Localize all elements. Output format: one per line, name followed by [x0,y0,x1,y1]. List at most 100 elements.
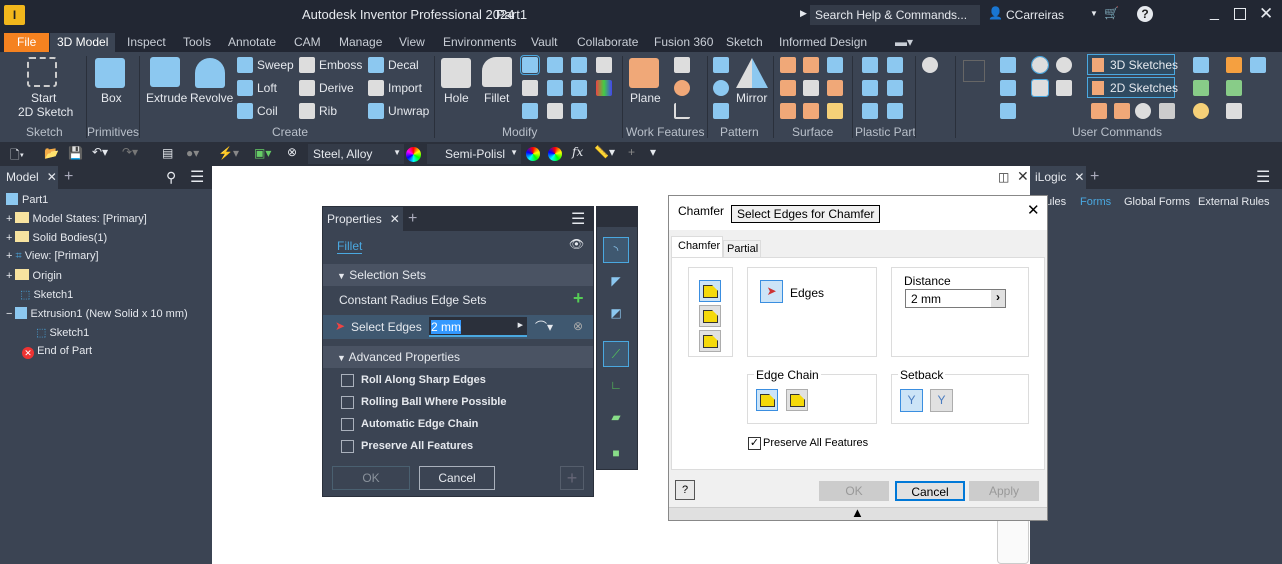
hole-icon[interactable] [441,58,471,88]
tab-3d-model[interactable]: 3D Model [50,33,116,52]
tree-item-model-states[interactable]: + Model States: [Primary] [6,212,147,225]
user-cmd-3-icon[interactable] [1000,103,1016,119]
coil-button[interactable]: Coil [257,104,278,118]
ok-button[interactable]: OK [332,466,410,490]
two-distances-method-button[interactable] [699,330,721,352]
update-icon[interactable]: ⚡▾ [218,146,239,160]
setback-button-2[interactable]: Y [930,389,953,412]
unwrap-icon[interactable] [368,103,384,119]
lip-icon[interactable] [887,103,903,119]
grill-icon[interactable] [862,57,878,73]
inventor-logo[interactable]: I [4,5,25,25]
minimize-icon[interactable]: _ [1210,4,1219,22]
group-label-modify[interactable]: Modify [502,125,537,139]
tab-tools[interactable]: Tools [176,33,218,52]
update-icon[interactable] [1193,80,1209,96]
menu-icon[interactable]: ☰ [1256,167,1270,187]
solid-select-icon[interactable]: ■ [603,441,629,467]
coil-icon[interactable] [237,103,253,119]
link-external-rules[interactable]: External Rules [1198,196,1270,208]
tree-item-extrusion1[interactable]: − Extrusion1 (New Solid x 10 mm) [6,307,188,320]
delete-face-icon[interactable] [571,103,587,119]
single-edge-button[interactable] [786,389,808,411]
tab-manage[interactable]: Manage [332,33,389,52]
distance-angle-method-button[interactable] [699,305,721,327]
cart-icon[interactable]: 🛒 [1104,6,1119,20]
tab-properties[interactable]: Properties ✕ [323,207,403,231]
tree-item-origin[interactable]: + Origin [6,269,62,282]
visibility-icon[interactable] [1031,56,1049,74]
chamfer-icon[interactable] [520,55,540,75]
patch-icon[interactable] [827,57,843,73]
stitch-icon[interactable] [780,57,796,73]
highlight-icon[interactable] [1193,103,1209,119]
move-face-icon[interactable] [547,103,563,119]
tree-item-end-of-part[interactable]: ✕ End of Part [22,345,92,359]
flow-icon[interactable] [1250,57,1266,73]
plane-icon[interactable] [629,58,659,88]
search-expand-icon[interactable]: ▶ [800,8,807,19]
distance-arrow-icon[interactable]: › [991,290,1005,307]
ribbon-options-icon[interactable]: ▬▾ [888,33,920,52]
cancel-button[interactable]: Cancel [895,481,965,501]
tab-chamfer[interactable]: Chamfer [671,236,723,258]
automatic-edge-chain-checkbox[interactable] [341,418,354,431]
solid-2-icon[interactable] [1056,80,1072,96]
close-dialog-icon[interactable]: ✕ [1027,201,1040,219]
sketch-pattern-icon[interactable] [713,103,729,119]
edge-set-row[interactable]: ➤ Select Edges 2 mm ▶ ⌒▾ ⊗ [323,315,593,339]
rule-fillet-icon[interactable] [862,103,878,119]
emboss-icon[interactable] [299,57,315,73]
customize-qat-icon[interactable]: ▾ [650,145,656,159]
roll-along-sharp-edges-checkbox[interactable] [341,374,354,387]
navigation-bar[interactable] [997,518,1029,564]
tree-item-part1[interactable]: Part1 [6,193,48,206]
tab-informed-design[interactable]: Informed Design [772,33,874,52]
tab-environments[interactable]: Environments [436,33,523,52]
select-icon[interactable]: ●▾ [186,146,199,160]
undo-icon[interactable]: ↶▾ [92,145,108,159]
add-edge-set-icon[interactable]: + [573,288,584,309]
preview-eye-icon[interactable]: 👁 [569,237,584,251]
mirror-button[interactable]: Mirror [736,91,767,105]
feature-select-icon[interactable]: ▰ [603,405,629,431]
decal-icon[interactable] [368,57,384,73]
add-icon[interactable]: + [628,145,635,159]
all-tangent-edges-button[interactable] [756,389,778,411]
fillet-button[interactable]: Fillet [484,91,509,105]
axis-icon[interactable] [674,57,690,73]
sculpt-icon[interactable] [803,57,819,73]
direct-edit-icon[interactable] [596,57,612,73]
redo-icon[interactable]: ↷▾ [122,145,138,159]
tree-item-view[interactable]: + ⌗ View: [Primary] [6,250,99,263]
apply-button[interactable]: Apply [969,481,1039,501]
revolve-button[interactable]: Revolve [190,91,233,105]
rib-icon[interactable] [299,103,315,119]
start-sketch-icon[interactable] [27,57,57,87]
derive-icon[interactable] [299,80,315,96]
rib-button[interactable]: Rib [319,104,337,118]
link-forms[interactable]: Forms [1080,196,1111,208]
3d-sketches-button[interactable]: 3D Sketches [1087,54,1178,75]
delete-icon[interactable] [803,80,819,96]
freeform-icon[interactable] [922,57,938,73]
user-icon-2[interactable] [1159,103,1175,119]
tab-vault[interactable]: Vault [524,33,564,52]
grid-icon[interactable] [963,60,985,82]
apply-add-icon[interactable]: + [560,466,584,490]
distance-method-button[interactable] [699,280,721,302]
display-icon[interactable]: ▣▾ [254,146,271,160]
tab-inspect[interactable]: Inspect [120,33,173,52]
tab-file[interactable]: File [4,33,50,52]
user-cmd-2-icon[interactable] [1000,80,1016,96]
parameters-icon[interactable] [1193,57,1209,73]
mirror-icon[interactable] [736,58,768,88]
preserve-all-features-checkbox[interactable]: ✓ [748,437,761,450]
maximize-icon[interactable] [1234,8,1246,20]
selection-sets-header[interactable]: ▼ Selection Sets [323,264,593,286]
plane-button[interactable]: Plane [630,91,661,105]
clear-appearance-icon[interactable] [548,147,562,161]
box-button[interactable]: Box [101,91,122,105]
derive-button[interactable]: Derive [319,81,354,95]
replace-face-icon[interactable] [827,80,843,96]
